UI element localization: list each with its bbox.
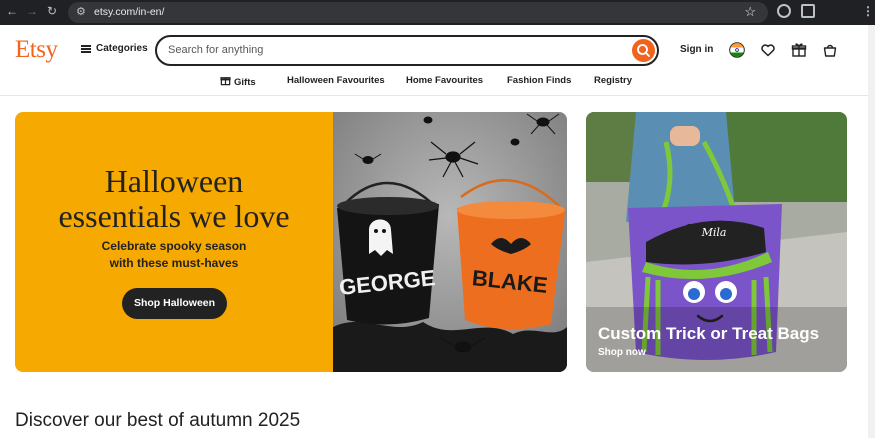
nav-item-gifts[interactable]: Gifts [220, 75, 256, 88]
search-input[interactable]: Search for anything [168, 44, 263, 56]
nav-label-gifts: Gifts [234, 77, 256, 88]
gift-icon [220, 77, 231, 86]
categories-label: Categories [96, 43, 148, 54]
search-button[interactable] [632, 39, 655, 62]
site-header: Etsy Categories Search for anything Sign… [0, 25, 875, 96]
india-flag-icon[interactable] [729, 42, 745, 58]
bag-name-text: Mila [701, 226, 727, 239]
forward-icon[interactable]: → [26, 4, 38, 18]
nav-item-home[interactable]: Home Favourites [406, 75, 483, 86]
hero-text-panel: Halloween essentials we love Celebrate s… [15, 112, 333, 372]
reload-icon[interactable]: ↻ [47, 4, 57, 18]
hero-title-line1: Halloween [104, 163, 244, 199]
secondary-nav: Gifts Halloween Favourites Home Favourit… [0, 73, 875, 89]
cart-bag-icon[interactable] [822, 42, 838, 58]
address-bar[interactable]: ⚙ etsy.com/in-en/ ☆ [68, 2, 768, 23]
search-bar[interactable]: Search for anything [155, 35, 659, 66]
card-title: Custom Trick or Treat Bags [598, 324, 820, 343]
halloween-buckets-image: GEORGE BLAKE [333, 112, 567, 372]
nav-item-fashion[interactable]: Fashion Finds [507, 75, 571, 86]
page-scrollbar[interactable] [868, 25, 875, 438]
site-info-icon[interactable]: ⚙ [76, 5, 86, 18]
sign-in-link[interactable]: Sign in [680, 44, 713, 55]
back-icon[interactable]: ← [6, 4, 18, 18]
bookmark-star-icon[interactable]: ☆ [744, 4, 756, 20]
browser-toolbar: ← → ↻ ⚙ etsy.com/in-en/ ☆ ⋮ [0, 0, 875, 25]
nav-item-registry[interactable]: Registry [594, 75, 632, 86]
hero-image-buckets: GEORGE BLAKE [333, 112, 567, 372]
hero-subtitle: Celebrate spooky season with these must-… [15, 238, 333, 272]
hamburger-icon [81, 44, 91, 53]
hero-subtitle-line2: with these must-haves [109, 256, 239, 270]
hero-title: Halloween essentials we love [15, 164, 333, 234]
categories-button[interactable]: Categories [81, 43, 148, 54]
hero-title-line2: essentials we love [58, 198, 290, 234]
extension-icon[interactable] [777, 4, 791, 18]
gift-icon[interactable] [791, 42, 807, 58]
favorites-heart-icon[interactable] [760, 42, 776, 58]
hero-banner[interactable]: Halloween essentials we love Celebrate s… [15, 112, 567, 372]
search-icon [637, 44, 650, 57]
nav-item-halloween[interactable]: Halloween Favourites [287, 75, 385, 86]
section-heading: Discover our best of autumn 2025 [15, 410, 301, 431]
extensions-puzzle-icon[interactable] [801, 4, 815, 18]
trick-or-treat-card[interactable]: Mila Custom Trick or Treat Bags Shop now [586, 112, 847, 372]
etsy-logo[interactable]: Etsy [15, 36, 58, 64]
hero-subtitle-line1: Celebrate spooky season [101, 239, 247, 253]
menu-kebab-icon[interactable]: ⋮ [862, 4, 874, 18]
url-text: etsy.com/in-en/ [94, 6, 165, 18]
shop-now-link[interactable]: Shop now [598, 347, 646, 358]
shop-halloween-button[interactable]: Shop Halloween [122, 288, 227, 319]
